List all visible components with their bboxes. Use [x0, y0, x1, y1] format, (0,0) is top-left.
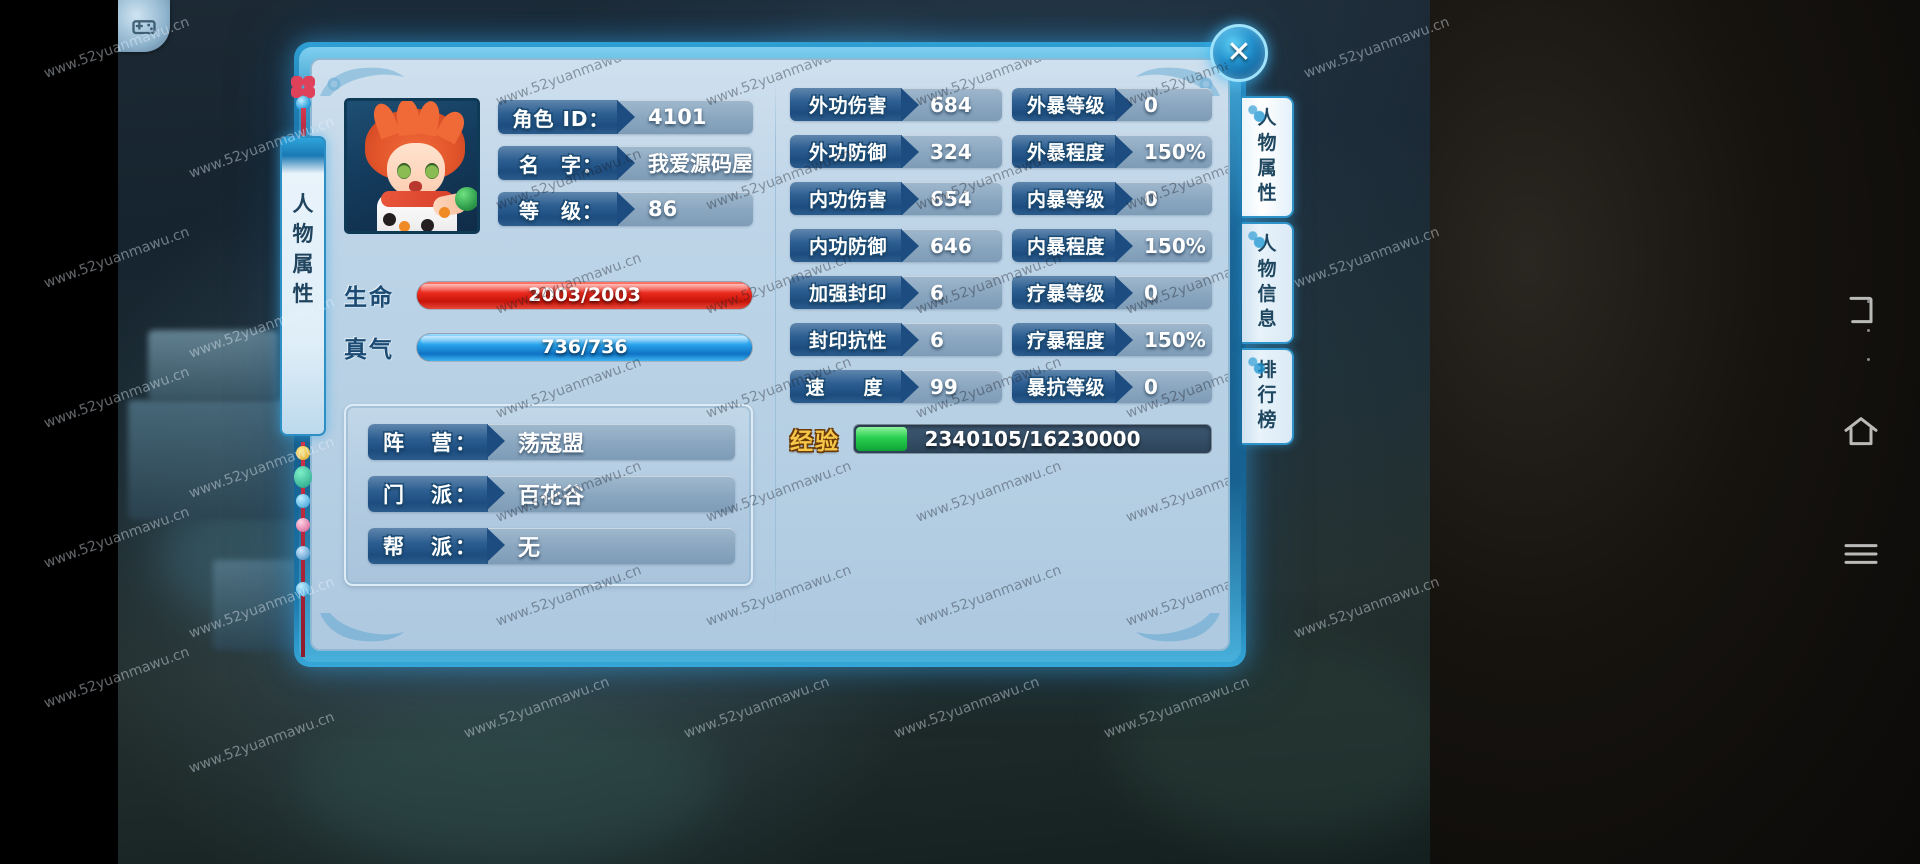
stat-external-defense: 外功防御 324 — [790, 135, 1002, 168]
vertical-title-plaque: 人 物 属 性 — [280, 136, 326, 436]
experience-bar-track: 2340105/16230000 — [853, 424, 1212, 454]
tab-char: 属 — [1257, 157, 1277, 179]
gamepad-icon[interactable] — [118, 0, 170, 52]
tab-char: 物 — [1257, 132, 1277, 154]
tab-char: 排 — [1257, 359, 1277, 381]
mp-bar-text: 736/736 — [541, 336, 628, 358]
stat-grid: 外功伤害 684 外暴等级 0 外功防御 324 外暴程度 150% 内功伤害 … — [790, 78, 1212, 403]
tab-char: 人 — [1257, 107, 1277, 129]
tassel-chain — [294, 442, 312, 657]
stat-label: 内功防御 — [790, 229, 919, 262]
affiliation-panel: 阵 营： 荡寇盟 门 派： 百花谷 帮 派： 无 — [344, 404, 753, 586]
stat-label: 外暴等级 — [1012, 88, 1133, 121]
knot-icon — [291, 76, 315, 98]
left-panel: 角色 ID： 4101 名 字： 我爱源码屋 等 级： 86 生命 2003/2… — [312, 60, 775, 649]
field-guild: 帮 派： 无 — [368, 528, 735, 564]
field-label: 等 级： — [498, 192, 635, 226]
side-tab-list: 人 物 属 性 人 物 信 息 排 行 榜 — [1242, 96, 1294, 445]
dialog-tassel-ornament: 人 物 属 性 — [280, 60, 326, 660]
stat-label: 加强封印 — [790, 276, 919, 309]
nav-dots — [1867, 300, 1870, 361]
stat-internal-crit-rate: 内暴程度 150% — [1012, 229, 1212, 262]
hp-bar-text: 2003/2003 — [528, 284, 641, 306]
stat-seal-strength: 加强封印 6 — [790, 276, 1002, 309]
screen: 角色 ID： 4101 名 字： 我爱源码屋 等 级： 86 生命 2003/2… — [0, 0, 1920, 864]
tab-char: 榜 — [1257, 409, 1277, 431]
sidebar-item-character-info[interactable]: 人 物 信 息 — [1242, 222, 1294, 344]
sidebar-item-ranking[interactable]: 排 行 榜 — [1242, 348, 1294, 445]
home-icon[interactable] — [1841, 412, 1881, 452]
stat-label: 外功防御 — [790, 135, 919, 168]
field-label: 名 字： — [498, 146, 635, 180]
sidebar-item-character-attributes[interactable]: 人 物 属 性 — [1242, 96, 1294, 218]
stat-label: 封印抗性 — [790, 323, 919, 356]
field-sect: 门 派： 百花谷 — [368, 476, 735, 512]
experience-row: 经验 2340105/16230000 — [790, 422, 1212, 456]
stat-label: 内功伤害 — [790, 182, 919, 215]
experience-bar-text: 2340105/16230000 — [924, 427, 1141, 451]
field-label: 门 派： — [368, 476, 505, 512]
field-camp: 阵 营： 荡寇盟 — [368, 424, 735, 460]
stat-crit-resist-level: 暴抗等级 0 — [1012, 370, 1212, 403]
tab-char: 物 — [1257, 258, 1277, 280]
field-label: 帮 派： — [368, 528, 505, 564]
stat-heal-crit-rate: 疗暴程度 150% — [1012, 323, 1212, 356]
stat-label: 外功伤害 — [790, 88, 919, 121]
tab-char: 信 — [1257, 283, 1277, 305]
tab-char: 人 — [1257, 233, 1277, 255]
stat-label: 外暴程度 — [1012, 135, 1133, 168]
stat-label: 速 度 — [790, 370, 919, 403]
dialog-body: 角色 ID： 4101 名 字： 我爱源码屋 等 级： 86 生命 2003/2… — [310, 58, 1230, 651]
stat-label: 疗暴等级 — [1012, 276, 1133, 309]
stat-internal-attack: 内功伤害 654 — [790, 182, 1002, 215]
menu-icon[interactable] — [1841, 534, 1881, 574]
right-panel: 外功伤害 684 外暴等级 0 外功防御 324 外暴程度 150% 内功伤害 … — [776, 60, 1228, 649]
mp-bar-row: 真气 736/736 — [344, 330, 753, 364]
stat-seal-resist: 封印抗性 6 — [790, 323, 1002, 356]
stat-label: 内暴程度 — [1012, 229, 1133, 262]
stat-label: 疗暴程度 — [1012, 323, 1133, 356]
tab-char: 息 — [1257, 308, 1277, 330]
plaque-char: 人 — [292, 192, 314, 216]
mp-label: 真气 — [344, 337, 394, 363]
tab-char: 行 — [1257, 384, 1277, 406]
character-attributes-dialog: 角色 ID： 4101 名 字： 我爱源码屋 等 级： 86 生命 2003/2… — [280, 24, 1294, 667]
mp-bar-track: 736/736 — [416, 332, 753, 362]
field-label: 角色 ID： — [498, 100, 635, 134]
close-icon[interactable]: ✕ — [1210, 24, 1268, 82]
system-navigation-bar — [1802, 0, 1920, 864]
experience-label: 经验 — [790, 429, 840, 455]
plaque-char: 属 — [292, 252, 314, 276]
stat-label: 内暴等级 — [1012, 182, 1133, 215]
plaque-char: 物 — [292, 222, 314, 246]
stat-internal-crit-level: 内暴等级 0 — [1012, 182, 1212, 215]
field-character-level: 等 级： 86 — [498, 192, 753, 226]
field-character-id: 角色 ID： 4101 — [498, 100, 753, 134]
plaque-char: 性 — [292, 282, 314, 306]
stat-speed: 速 度 99 — [790, 370, 1002, 403]
avatar[interactable] — [344, 98, 480, 234]
stat-external-attack: 外功伤害 684 — [790, 88, 1002, 121]
character-id-fields: 角色 ID： 4101 名 字： 我爱源码屋 等 级： 86 — [498, 98, 753, 234]
stat-internal-defense: 内功防御 646 — [790, 229, 1002, 262]
resource-bars: 生命 2003/2003 真气 736/736 — [344, 278, 753, 364]
field-character-name: 名 字： 我爱源码屋 — [498, 146, 753, 180]
stat-heal-crit-level: 疗暴等级 0 — [1012, 276, 1212, 309]
hp-bar-row: 生命 2003/2003 — [344, 278, 753, 312]
field-value: 我爱源码屋 — [648, 152, 753, 176]
tab-char: 性 — [1257, 182, 1277, 204]
hp-bar-track: 2003/2003 — [416, 280, 753, 310]
recent-apps-icon[interactable] — [1841, 290, 1881, 330]
field-label: 阵 营： — [368, 424, 505, 460]
dialog-frame-outer: 角色 ID： 4101 名 字： 我爱源码屋 等 级： 86 生命 2003/2… — [294, 42, 1246, 667]
stat-external-crit-rate: 外暴程度 150% — [1012, 135, 1212, 168]
stat-external-crit-level: 外暴等级 0 — [1012, 88, 1212, 121]
letterbox-left — [0, 0, 118, 864]
hp-label: 生命 — [344, 285, 394, 311]
dialog-frame-mid: 角色 ID： 4101 名 字： 我爱源码屋 等 级： 86 生命 2003/2… — [299, 47, 1241, 662]
stat-label: 暴抗等级 — [1012, 370, 1133, 403]
